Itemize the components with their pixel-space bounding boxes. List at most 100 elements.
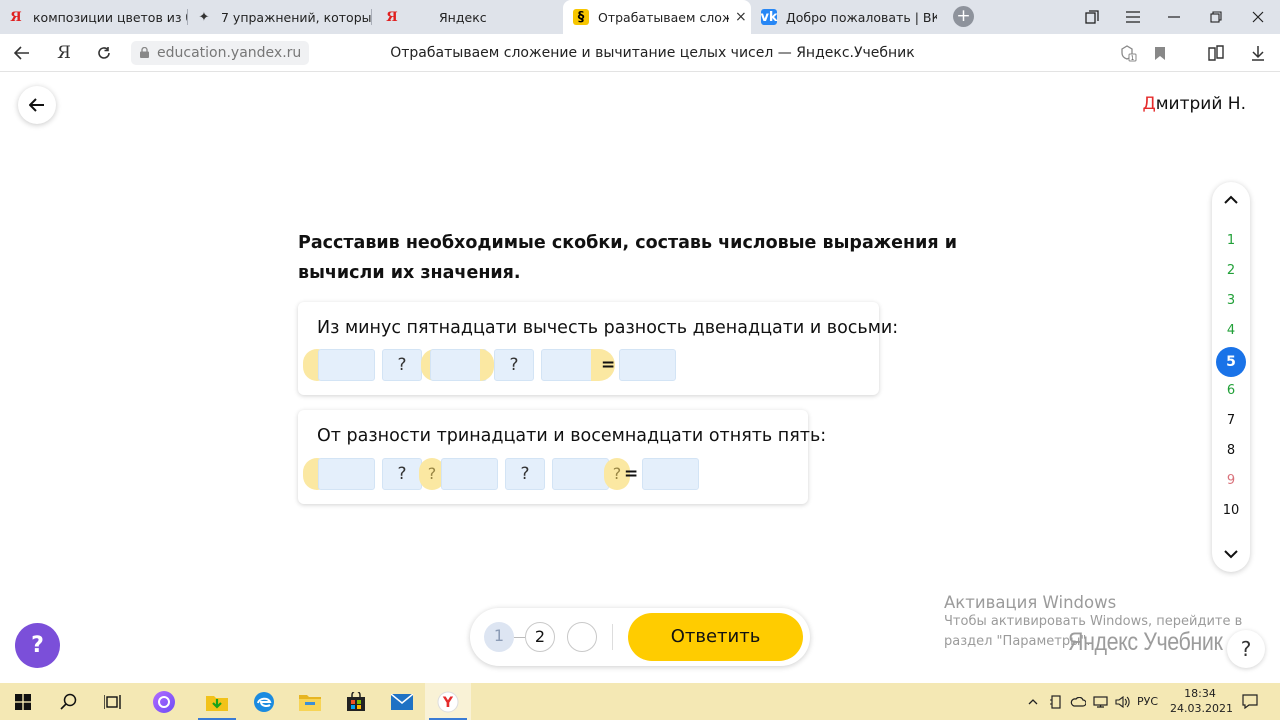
- input-language[interactable]: РУС: [1137, 683, 1158, 720]
- network-icon[interactable]: [1089, 683, 1111, 720]
- tab-title: композиции цветов из бу: [33, 9, 188, 25]
- paren-slot[interactable]: [480, 349, 494, 381]
- help-small-button[interactable]: ?: [1227, 630, 1265, 668]
- sparkle-icon: ✦: [198, 9, 210, 25]
- question-item-9[interactable]: 9: [1212, 468, 1250, 494]
- result-slot[interactable]: [642, 458, 699, 490]
- number-slot[interactable]: [552, 458, 609, 490]
- url-text: education.yandex.ru: [157, 45, 302, 61]
- search-icon[interactable]: [45, 683, 91, 720]
- browser-tab-1[interactable]: Я композиции цветов из бу: [8, 0, 188, 34]
- answer-bar: 1 2 Ответить: [470, 608, 810, 666]
- user-name-rest: митрий Н.: [1155, 94, 1246, 114]
- downloads-folder-icon[interactable]: [194, 683, 240, 720]
- yandex-icon: Я: [10, 9, 22, 25]
- task-instruction: Расставив необходимые скобки, составь чи…: [298, 233, 957, 283]
- operator-slot[interactable]: ?: [382, 458, 422, 490]
- close-window-icon[interactable]: [1238, 0, 1278, 34]
- clock-date: 24.03.2021: [1170, 702, 1233, 715]
- answer-button[interactable]: Ответить: [628, 613, 803, 661]
- step-1[interactable]: 1: [484, 622, 514, 652]
- yandex-browser-icon[interactable]: Y: [425, 683, 471, 720]
- windows-start-icon[interactable]: [0, 683, 46, 720]
- question-navigator: 1 2 3 4 5 6 7 8 9 10: [1212, 182, 1250, 572]
- browser-tab-5[interactable]: vk Добро пожаловать | ВКон: [761, 0, 937, 34]
- page-title: Отрабатываем сложение и вычитание целых …: [390, 45, 915, 61]
- new-tab-button[interactable]: +: [953, 6, 974, 27]
- clock-time: 18:34: [1184, 687, 1216, 700]
- notifications-icon[interactable]: [1238, 683, 1262, 720]
- step-3[interactable]: [567, 622, 597, 652]
- edge-browser-icon[interactable]: [241, 683, 287, 720]
- alice-icon[interactable]: [141, 683, 187, 720]
- user-name[interactable]: Дмитрий Н.: [1142, 94, 1246, 114]
- result-slot[interactable]: [619, 349, 676, 381]
- number-slot[interactable]: [318, 349, 375, 381]
- store-icon[interactable]: [333, 683, 379, 720]
- mail-icon[interactable]: [379, 683, 425, 720]
- vk-icon: vk: [761, 9, 778, 25]
- menu-icon[interactable]: [1113, 0, 1153, 34]
- tab-title: Яндекс: [439, 9, 487, 25]
- task-view-icon[interactable]: [90, 683, 136, 720]
- chevron-down-icon[interactable]: [1212, 544, 1250, 568]
- problem-text: Из минус пятнадцати вычесть разность две…: [317, 318, 899, 338]
- browser-tab-4[interactable]: § Отрабатываем сложени ×: [563, 0, 751, 34]
- question-item-3[interactable]: 3: [1212, 288, 1250, 314]
- collections-icon[interactable]: [1206, 43, 1226, 63]
- question-item-7[interactable]: 7: [1212, 408, 1250, 434]
- device-icon[interactable]: [1045, 683, 1067, 720]
- tab-title: Добро пожаловать | ВКон: [786, 9, 937, 25]
- restore-icon[interactable]: [1196, 0, 1236, 34]
- browser-tab-2[interactable]: ✦ 7 упражнений, которые тр: [196, 0, 372, 34]
- back-arrow-icon[interactable]: [9, 41, 35, 65]
- browser-tab-strip: Я композиции цветов из бу ✦ 7 упражнений…: [0, 0, 1280, 34]
- tab-separator: [187, 9, 188, 25]
- help-button[interactable]: ?: [15, 623, 60, 668]
- minimize-icon[interactable]: [1154, 0, 1194, 34]
- number-slot[interactable]: [441, 458, 498, 490]
- step-2[interactable]: 2: [525, 622, 555, 652]
- operator-slot[interactable]: ?: [382, 349, 422, 381]
- reload-icon[interactable]: [91, 41, 117, 65]
- tab-title: Отрабатываем сложени: [598, 9, 729, 25]
- chevron-up-icon[interactable]: [1212, 190, 1250, 214]
- svg-text:Y: Y: [442, 695, 454, 711]
- divider: [612, 624, 613, 650]
- browser-tab-3[interactable]: Я Яндекс: [384, 0, 560, 34]
- number-slot[interactable]: [541, 349, 598, 381]
- url-field[interactable]: education.yandex.ru: [131, 41, 310, 65]
- bookmark-icon[interactable]: [1150, 43, 1170, 63]
- number-slot[interactable]: [318, 458, 375, 490]
- download-icon[interactable]: [1248, 43, 1268, 63]
- yandex-textbook-logo: Яндекс Учебник: [1068, 628, 1223, 656]
- question-item-4[interactable]: 4: [1212, 318, 1250, 344]
- operator-slot[interactable]: ?: [505, 458, 545, 490]
- number-slot[interactable]: [430, 349, 487, 381]
- question-item-5[interactable]: 5: [1216, 347, 1246, 377]
- question-item-2[interactable]: 2: [1212, 258, 1250, 284]
- tabs-manager-icon[interactable]: [1072, 0, 1112, 34]
- question-item-8[interactable]: 8: [1212, 438, 1250, 464]
- question-item-1[interactable]: 1: [1212, 228, 1250, 254]
- equals-sign: =: [601, 355, 616, 375]
- back-button[interactable]: [18, 86, 56, 124]
- equals-sign: =: [624, 464, 639, 484]
- svg-text:1: 1: [1131, 55, 1135, 62]
- file-explorer-icon[interactable]: [287, 683, 333, 720]
- operator-slot[interactable]: ?: [494, 349, 534, 381]
- close-tab-icon[interactable]: ×: [735, 9, 747, 25]
- system-clock[interactable]: 18:34 24.03.2021: [1170, 686, 1233, 716]
- volume-icon[interactable]: [1111, 683, 1133, 720]
- chevron-up-icon[interactable]: [1022, 683, 1044, 720]
- tab-separator: [371, 9, 372, 25]
- cloud-icon[interactable]: [1067, 683, 1089, 720]
- protect-icon[interactable]: 1: [1118, 43, 1138, 63]
- question-item-10[interactable]: 10: [1212, 498, 1250, 524]
- yandex-home-icon[interactable]: Я: [51, 41, 77, 65]
- address-bar: Я education.yandex.ru Отрабатываем сложе…: [0, 34, 1280, 72]
- back-arrow-icon: [29, 98, 44, 112]
- user-name-initial: Д: [1142, 94, 1156, 114]
- step-connector: [514, 637, 525, 638]
- question-item-6[interactable]: 6: [1212, 378, 1250, 404]
